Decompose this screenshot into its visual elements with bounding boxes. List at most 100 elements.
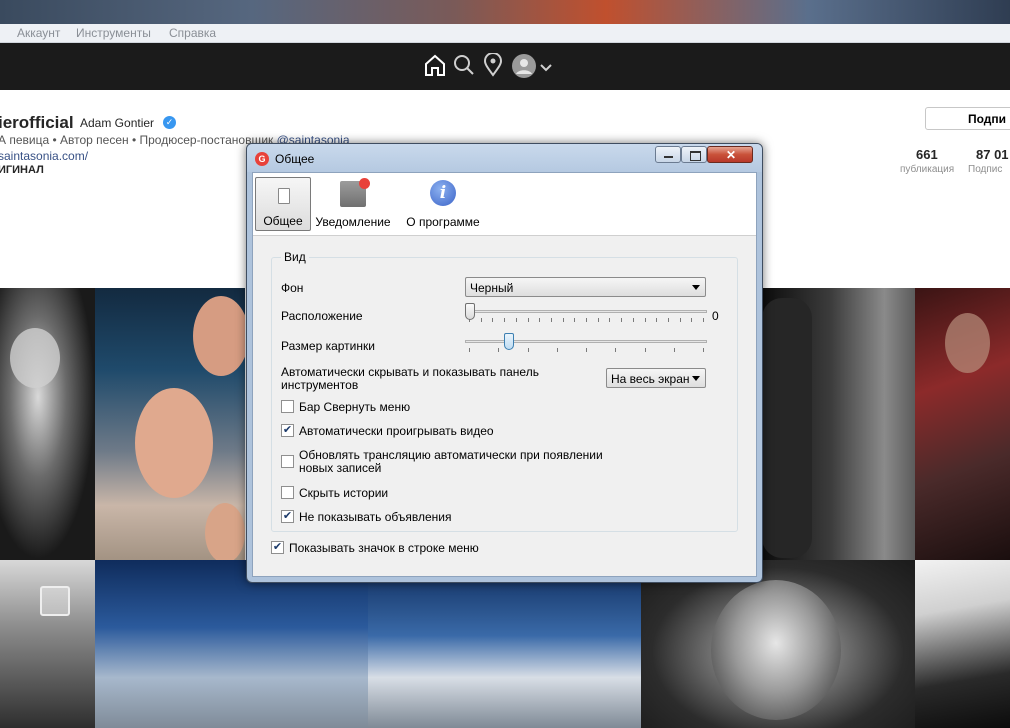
autohide-label-line2: инструментов bbox=[281, 378, 359, 392]
posts-count: 661 bbox=[916, 147, 938, 162]
slider-tick bbox=[504, 318, 505, 322]
info-icon: i bbox=[430, 180, 456, 206]
post-thumbnail[interactable] bbox=[915, 288, 1010, 560]
app-logo-icon: G bbox=[255, 152, 269, 166]
slider-tick bbox=[563, 318, 564, 322]
post-photo-subject bbox=[762, 298, 812, 558]
follow-button[interactable]: Подпи bbox=[925, 107, 1010, 130]
slider-tick bbox=[557, 348, 558, 352]
maximize-button[interactable] bbox=[681, 146, 707, 163]
slider-tick bbox=[492, 318, 493, 322]
settings-dialog: G Общее ✕ Общее Уведомление i О программ… bbox=[246, 143, 763, 583]
slider-tick bbox=[703, 348, 704, 352]
slider-track bbox=[465, 310, 707, 313]
slider-tick bbox=[598, 318, 599, 322]
post-thumbnail[interactable] bbox=[368, 560, 641, 728]
dropdown-arrow-icon bbox=[692, 376, 700, 381]
tab-general[interactable]: Общее bbox=[255, 177, 311, 231]
hide-ads-label[interactable]: Не показывать объявления bbox=[299, 510, 452, 524]
close-icon: ✕ bbox=[726, 148, 737, 162]
slider-tick bbox=[528, 348, 529, 352]
avatar-icon[interactable] bbox=[512, 54, 536, 81]
show-menu-icon-label[interactable]: Показывать значок в строке меню bbox=[289, 541, 479, 555]
position-slider[interactable] bbox=[465, 301, 707, 327]
profile-username: ierofficial bbox=[0, 113, 74, 132]
slider-track bbox=[465, 340, 707, 343]
multi-photo-icon bbox=[40, 586, 70, 616]
post-thumbnail[interactable] bbox=[762, 288, 915, 560]
menu-tools[interactable]: Инструменты bbox=[76, 26, 151, 40]
minimize-icon bbox=[664, 156, 673, 158]
close-button[interactable]: ✕ bbox=[707, 146, 753, 163]
slider-tick bbox=[516, 318, 517, 322]
collapse-menu-bar-checkbox[interactable] bbox=[281, 400, 294, 413]
post-thumbnail[interactable] bbox=[0, 288, 95, 560]
autoplay-video-label[interactable]: Автоматически проигрывать видео bbox=[299, 424, 494, 438]
autoplay-video-checkbox[interactable]: ✔ bbox=[281, 424, 294, 437]
chevron-down-icon[interactable] bbox=[540, 61, 552, 75]
autohide-select[interactable]: На весь экран bbox=[606, 368, 706, 388]
hide-stories-label[interactable]: Скрыть истории bbox=[299, 486, 388, 500]
view-group-title: Вид bbox=[281, 250, 309, 264]
slider-tick bbox=[609, 318, 610, 322]
dialog-title: Общее bbox=[275, 152, 315, 166]
tab-notifications[interactable]: Уведомление bbox=[313, 177, 393, 231]
slider-tick bbox=[691, 318, 692, 322]
slider-tick bbox=[645, 348, 646, 352]
collapse-menu-bar-label[interactable]: Бар Свернуть меню bbox=[299, 400, 410, 414]
post-photo-subject bbox=[711, 580, 841, 720]
auto-refresh-feed-label-line2[interactable]: новых записей bbox=[299, 461, 381, 475]
slider-tick bbox=[656, 318, 657, 322]
slider-tick bbox=[668, 318, 669, 322]
dialog-title-bar[interactable]: G Общее ✕ bbox=[247, 144, 762, 172]
slider-thumb[interactable] bbox=[465, 303, 475, 320]
background-select[interactable]: Черный bbox=[465, 277, 706, 297]
notification-badge-icon bbox=[359, 178, 370, 189]
slider-tick bbox=[586, 318, 587, 322]
slider-tick bbox=[621, 318, 622, 322]
followers-label[interactable]: Подпис bbox=[968, 164, 1002, 175]
post-thumbnail[interactable] bbox=[0, 560, 95, 728]
slider-thumb[interactable] bbox=[504, 333, 514, 350]
slider-tick bbox=[574, 318, 575, 322]
tab-general-label: Общее bbox=[263, 214, 303, 228]
auto-refresh-feed-label[interactable]: Обновлять трансляцию автоматически при п… bbox=[299, 448, 603, 462]
minimize-button[interactable] bbox=[655, 146, 681, 163]
posts-label: публикация bbox=[900, 164, 955, 175]
verified-badge-icon: ✓ bbox=[163, 116, 176, 129]
post-photo-subject bbox=[193, 296, 245, 376]
autohide-label-line1: Автоматически скрывать и показывать пане… bbox=[281, 365, 539, 379]
profile-website-link[interactable]: saintasonia.com/ bbox=[0, 149, 88, 163]
desktop-wallpaper-strip bbox=[0, 0, 1010, 24]
home-icon[interactable] bbox=[424, 53, 446, 80]
slider-tick bbox=[481, 318, 482, 322]
switch-icon bbox=[278, 188, 290, 204]
menu-account[interactable]: Аккаунт bbox=[17, 26, 60, 40]
search-icon[interactable] bbox=[453, 53, 475, 80]
auto-refresh-feed-checkbox[interactable] bbox=[281, 455, 294, 468]
background-select-value: Черный bbox=[470, 281, 514, 295]
post-thumbnail[interactable] bbox=[95, 560, 368, 728]
slider-tick bbox=[469, 348, 470, 352]
image-size-slider[interactable] bbox=[465, 331, 707, 357]
show-menu-icon-checkbox[interactable]: ✔ bbox=[271, 541, 284, 554]
menu-help[interactable]: Справка bbox=[169, 26, 216, 40]
tab-about-label: О программе bbox=[406, 215, 480, 229]
post-photo-subject bbox=[205, 503, 245, 560]
post-thumbnail[interactable] bbox=[915, 560, 1010, 728]
hide-stories-checkbox[interactable] bbox=[281, 486, 294, 499]
background-label: Фон bbox=[281, 281, 304, 295]
followers-count[interactable]: 87 01 bbox=[976, 147, 1009, 162]
tab-about[interactable]: i О программе bbox=[403, 177, 483, 231]
autohide-select-value: На весь экран bbox=[611, 372, 690, 386]
slider-tick bbox=[551, 318, 552, 322]
location-pin-icon[interactable] bbox=[483, 52, 503, 80]
post-thumbnail[interactable] bbox=[95, 288, 245, 560]
post-photo-subject bbox=[135, 388, 213, 498]
hide-ads-checkbox[interactable]: ✔ bbox=[281, 510, 294, 523]
dropdown-arrow-icon bbox=[692, 285, 700, 290]
post-thumbnail[interactable] bbox=[641, 560, 915, 728]
settings-toolbar: Общее Уведомление i О программе bbox=[253, 173, 756, 236]
slider-tick bbox=[539, 318, 540, 322]
slider-tick bbox=[528, 318, 529, 322]
